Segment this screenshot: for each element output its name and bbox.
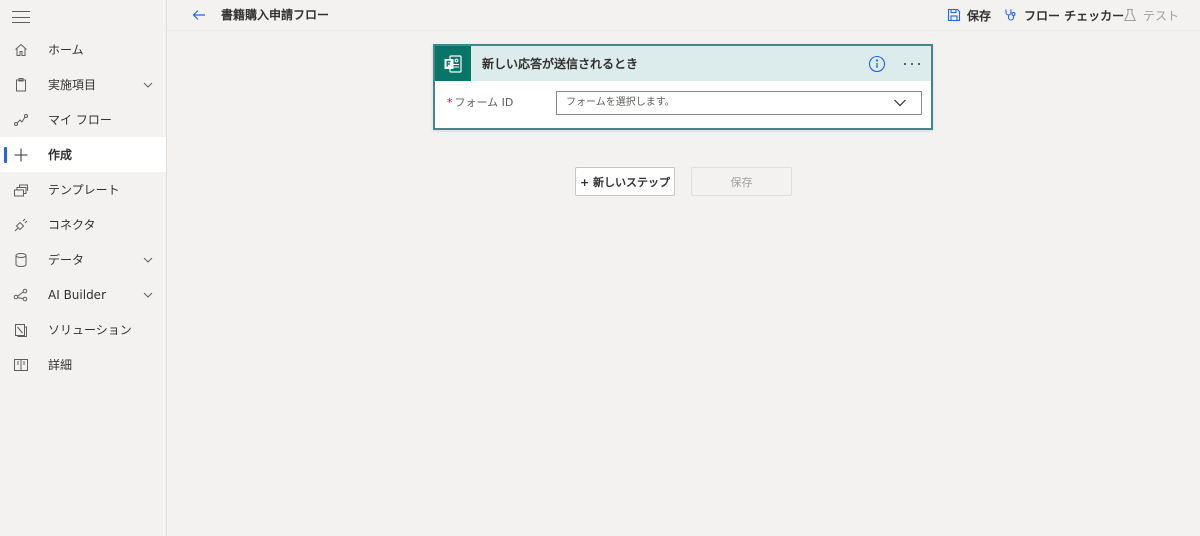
info-icon[interactable] (868, 55, 886, 73)
sidebar-item-create[interactable]: 作成 (0, 137, 166, 172)
sidebar-item-learn[interactable]: 詳細 (0, 347, 166, 382)
stethoscope-icon (1005, 9, 1016, 21)
flow-icon (13, 112, 29, 128)
connector-icon (13, 217, 29, 233)
left-nav: ホーム 実施項目 マイ フロー 作成 テンプレート コネクタ データ AI Bu… (0, 0, 167, 536)
ai-builder-icon (13, 287, 29, 303)
sidebar-item-label: 作成 (48, 148, 73, 162)
sidebar-item-templates[interactable]: テンプレート (0, 172, 166, 207)
chevron-down-icon[interactable] (142, 79, 154, 91)
form-id-dropdown[interactable]: フォームを選択します。 (556, 91, 922, 115)
sidebar-item-label: マイ フロー (48, 113, 112, 127)
sidebar-item-label: コネクタ (48, 218, 96, 232)
sidebar-item-label: 実施項目 (48, 78, 97, 92)
hamburger-menu-icon[interactable] (12, 10, 30, 24)
form-id-label: * フォーム ID (447, 96, 513, 110)
flow-checker-button[interactable]: フロー チェッカー (1004, 7, 1124, 23)
save-button-label: 保存 (967, 8, 992, 23)
sidebar-item-home[interactable]: ホーム (0, 32, 166, 67)
database-icon (13, 252, 29, 268)
save-button[interactable]: 保存 (947, 7, 991, 23)
clipboard-icon (13, 77, 29, 93)
sidebar-item-my-flows[interactable]: マイ フロー (0, 102, 166, 137)
plus-icon (13, 147, 29, 163)
save-icon (947, 8, 961, 22)
sidebar-item-data[interactable]: データ (0, 242, 166, 277)
sidebar-item-label: ソリューション (48, 323, 132, 337)
chevron-down-icon[interactable] (142, 254, 154, 266)
more-options-icon[interactable] (901, 55, 923, 73)
test-button[interactable]: テスト (1123, 7, 1179, 23)
new-step-button[interactable]: + 新しいステップ (575, 167, 675, 196)
trigger-card-header[interactable]: 新しい応答が送信されるとき (435, 46, 931, 81)
solutions-icon (13, 322, 29, 338)
chevron-down-icon (893, 97, 907, 109)
sidebar-item-label: 詳細 (48, 358, 73, 372)
sidebar-item-label: データ (48, 253, 85, 267)
command-bar: 書籍購入申請フロー 保存 フロー チェッカー テスト (167, 0, 1200, 30)
microsoft-forms-icon (435, 46, 471, 81)
form-id-label-text: フォーム ID (454, 96, 514, 109)
canvas-save-button[interactable]: 保存 (691, 167, 792, 196)
sidebar-item-label: ホーム (48, 43, 84, 57)
sidebar-item-solutions[interactable]: ソリューション (0, 312, 166, 347)
trigger-title: 新しい応答が送信されるとき (482, 57, 639, 71)
sidebar-item-action-items[interactable]: 実施項目 (0, 67, 166, 102)
sidebar-item-label: テンプレート (48, 183, 120, 197)
book-icon (13, 357, 29, 373)
sidebar-item-connectors[interactable]: コネクタ (0, 207, 166, 242)
flow-title: 書籍購入申請フロー (221, 8, 330, 22)
flask-icon (1123, 8, 1137, 22)
trigger-card[interactable]: 新しい応答が送信されるとき * フォーム ID フォームを選択します。 (433, 44, 933, 130)
back-arrow-icon[interactable] (191, 7, 207, 23)
header-divider (167, 30, 1200, 31)
required-marker: * (447, 96, 453, 109)
form-id-placeholder: フォームを選択します。 (566, 97, 675, 108)
chevron-down-icon[interactable] (142, 289, 154, 301)
templates-icon (13, 182, 29, 198)
home-icon (13, 42, 29, 58)
test-button-label: テスト (1143, 8, 1180, 23)
flow-checker-label: フロー チェッカー (1024, 8, 1125, 23)
sidebar-item-label: AI Builder (48, 288, 107, 302)
sidebar-item-ai-builder[interactable]: AI Builder (0, 277, 166, 312)
